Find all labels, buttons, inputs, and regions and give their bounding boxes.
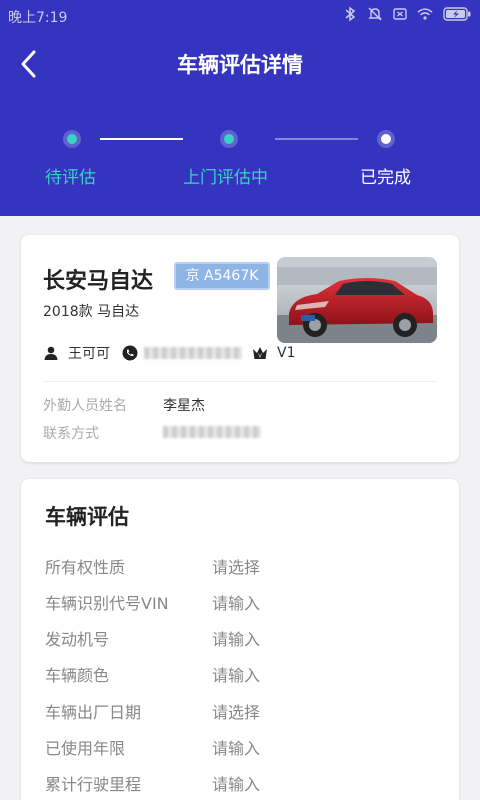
page-title: 车辆评估详情 (177, 53, 303, 77)
contact-value[interactable] (163, 426, 261, 438)
vehicle-model: 2018款 马自达 (43, 304, 140, 320)
sim-off-icon (392, 6, 408, 22)
ownership-type-label: 所有权性质 (45, 558, 126, 577)
crown-icon: V (253, 347, 267, 360)
vehicle-name: 长安马自达 (43, 269, 154, 294)
years-used-label: 已使用年限 (45, 739, 126, 758)
owner-row: 王可可 V V1 (43, 343, 295, 363)
years-used-input[interactable]: 请输入 (212, 735, 260, 759)
status-bar: 晚上7:19 (0, 0, 480, 32)
vehicle-info-card: 长安马自达 京 A5467K 2018款 马自达 王可可 V V1 外勤人员姓名… (21, 235, 459, 462)
step-indicator-3 (377, 130, 395, 148)
alarm-off-icon (367, 6, 383, 22)
vin-input[interactable]: 请输入 (212, 590, 260, 614)
wifi-icon (417, 6, 433, 22)
step-connector-2 (275, 138, 358, 140)
field-staff-value: 李星杰 (163, 398, 205, 414)
step-label-completed: 已完成 (360, 168, 411, 188)
engine-number-label: 发动机号 (45, 630, 110, 649)
mileage-input[interactable]: 请输入 (212, 771, 260, 795)
contact-label: 联系方式 (43, 426, 99, 442)
field-staff-label: 外勤人员姓名 (43, 398, 127, 414)
manufacture-date-label: 车辆出厂日期 (45, 703, 142, 722)
vehicle-photo (277, 257, 437, 343)
license-plate-badge: 京 A5467K (174, 262, 270, 290)
phone-icon (122, 345, 138, 361)
card-divider (43, 381, 437, 382)
mileage-label: 累计行驶里程 (45, 775, 142, 794)
ownership-type-select[interactable]: 请选择 (212, 554, 260, 578)
status-time: 晚上7:19 (8, 10, 68, 26)
assessment-title: 车辆评估 (45, 505, 129, 529)
owner-phone[interactable] (144, 347, 242, 359)
bluetooth-icon (342, 6, 358, 22)
member-level: V1 (277, 345, 296, 361)
step-indicator-2 (220, 130, 238, 148)
header-bar: 晚上7:19 车辆评估详情 待评估 上门评估中 已完成 (0, 0, 480, 216)
step-indicator-1 (63, 130, 81, 148)
step-label-pending: 待评估 (45, 168, 96, 188)
person-icon (44, 346, 58, 360)
engine-number-input[interactable]: 请输入 (212, 626, 260, 650)
svg-text:V: V (258, 354, 262, 360)
battery-charging-icon (442, 6, 472, 22)
step-label-onsite: 上门评估中 (183, 168, 268, 188)
manufacture-date-select[interactable]: 请选择 (212, 699, 260, 723)
assessment-card: 车辆评估 所有权性质 请选择 车辆识别代号VIN 请输入 发动机号 请输入 车辆… (21, 479, 459, 800)
vehicle-color-label: 车辆颜色 (45, 666, 110, 685)
owner-name: 王可可 (68, 346, 110, 362)
step-connector-1 (100, 138, 183, 140)
vin-label: 车辆识别代号VIN (45, 594, 169, 613)
vehicle-color-input[interactable]: 请输入 (212, 662, 260, 686)
